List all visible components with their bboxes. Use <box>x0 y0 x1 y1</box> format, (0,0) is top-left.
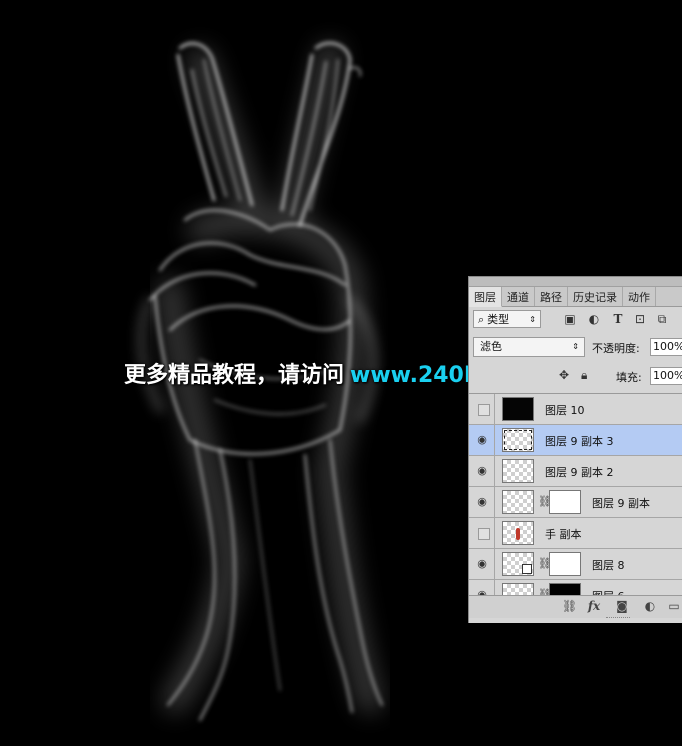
divider <box>494 518 495 548</box>
new-group-icon[interactable]: ▭ <box>667 599 681 613</box>
layer-name[interactable]: 图层 9 副本 <box>592 495 650 511</box>
layer-thumbnail <box>502 459 534 483</box>
opacity-label: 不透明度: <box>592 342 640 355</box>
layer-row[interactable]: ◉ 图层 9 副本 2 <box>469 456 682 487</box>
tab-layers[interactable]: 图层 <box>469 287 502 307</box>
layer-row[interactable]: 手 副本 <box>469 518 682 549</box>
visibility-off-box[interactable] <box>478 404 490 416</box>
tab-channels[interactable]: 通道 <box>502 287 535 306</box>
search-icon: ⌕ <box>478 313 485 326</box>
panel-resize-handle[interactable] <box>606 617 630 621</box>
divider <box>494 487 495 517</box>
layer-name[interactable]: 图层 9 副本 3 <box>545 433 614 449</box>
layer-row[interactable]: ◉ ⛓ 图层 9 副本 <box>469 487 682 518</box>
divider <box>494 394 495 424</box>
divider <box>494 456 495 486</box>
layer-name[interactable]: 图层 9 副本 2 <box>545 464 614 480</box>
eye-icon[interactable]: ◉ <box>475 464 489 478</box>
smart-object-badge-icon <box>522 564 532 574</box>
watermark-text: 更多精品教程，请访问 <box>124 363 345 388</box>
blend-mode-select[interactable]: 滤色 ⇕ <box>473 337 585 357</box>
layer-name[interactable]: 图层 8 <box>592 557 625 573</box>
type-filter-icon[interactable]: T <box>611 312 625 326</box>
link-icon[interactable]: ⛓ <box>562 599 577 613</box>
lock-position-icon[interactable]: ✥ <box>559 368 569 382</box>
eye-icon[interactable]: ◉ <box>475 557 489 571</box>
layer-thumbnail <box>502 428 534 452</box>
panel-grip[interactable] <box>469 277 682 287</box>
layer-name[interactable]: 手 副本 <box>545 526 582 542</box>
tab-paths[interactable]: 路径 <box>535 287 568 306</box>
tab-actions[interactable]: 动作 <box>623 287 656 306</box>
fx-icon[interactable]: fx <box>587 599 601 613</box>
fill-input[interactable]: 100% <box>650 367 682 385</box>
fill-label: 填充: <box>616 371 642 384</box>
layer-thumbnail <box>502 552 534 576</box>
updown-arrow-icon: ⇕ <box>529 315 536 324</box>
filter-type-label: 类型 <box>487 313 510 326</box>
layer-row-selected[interactable]: ◉ 图层 9 副本 3 <box>469 425 682 456</box>
hand-thumbnail-mark <box>516 528 520 540</box>
tab-history[interactable]: 历史记录 <box>568 287 623 306</box>
image-filter-icon[interactable]: ▣ <box>563 312 577 326</box>
lock-all-icon[interactable]: 🔒︎ <box>581 368 587 383</box>
blend-mode-value: 滤色 <box>480 340 502 353</box>
eye-icon[interactable]: ◉ <box>475 433 489 447</box>
layer-mask-thumbnail[interactable] <box>549 490 581 514</box>
layer-thumbnail <box>502 397 534 421</box>
smart-object-filter-icon[interactable]: ⧉ <box>655 312 669 326</box>
layer-thumbnail <box>502 490 534 514</box>
layer-row[interactable]: ◉ ⛓ 图层 8 <box>469 549 682 580</box>
shape-filter-icon[interactable]: ⊡ <box>633 312 647 326</box>
adjustment-filter-icon[interactable]: ◐ <box>587 312 601 326</box>
lock-row: ✥ 🔒︎ 填充: 100% <box>473 366 682 386</box>
layer-row[interactable]: 图层 10 <box>469 394 682 425</box>
opacity-input[interactable]: 100% <box>650 338 682 356</box>
layers-list: 图层 10 ◉ 图层 9 副本 3 ◉ 图层 9 副本 2 ◉ ⛓ 图层 9 副… <box>469 393 682 596</box>
divider <box>494 580 495 596</box>
panel-tabs: 图层 通道 路径 历史记录 动作 <box>469 287 682 307</box>
layer-name[interactable]: 图层 10 <box>545 402 585 418</box>
add-mask-icon[interactable]: ◙ <box>615 599 629 613</box>
layer-mask-thumbnail[interactable] <box>549 552 581 576</box>
layer-thumbnail <box>502 521 534 545</box>
divider <box>494 425 495 455</box>
visibility-off-box[interactable] <box>478 528 490 540</box>
filter-row: ⌕ 类型 ⇕ ▣ ◐ T ⊡ ⧉ <box>473 310 679 330</box>
divider <box>494 549 495 579</box>
filter-type-select[interactable]: ⌕ 类型 ⇕ <box>473 310 541 328</box>
panel-bottom-bar: ⛓ fx ◙ ◐ ▭ <box>469 595 682 618</box>
layers-panel: 图层 通道 路径 历史记录 动作 ⌕ 类型 ⇕ ▣ ◐ T ⊡ ⧉ 滤色 ⇕ 不透… <box>468 276 682 623</box>
adjustment-layer-icon[interactable]: ◐ <box>643 599 657 613</box>
updown-arrow-icon: ⇕ <box>572 342 579 351</box>
blend-row: 滤色 ⇕ 不透明度: 100% <box>473 337 682 357</box>
layer-row[interactable]: ◉ ⛓ 图层 6 <box>469 580 682 596</box>
eye-icon[interactable]: ◉ <box>475 495 489 509</box>
